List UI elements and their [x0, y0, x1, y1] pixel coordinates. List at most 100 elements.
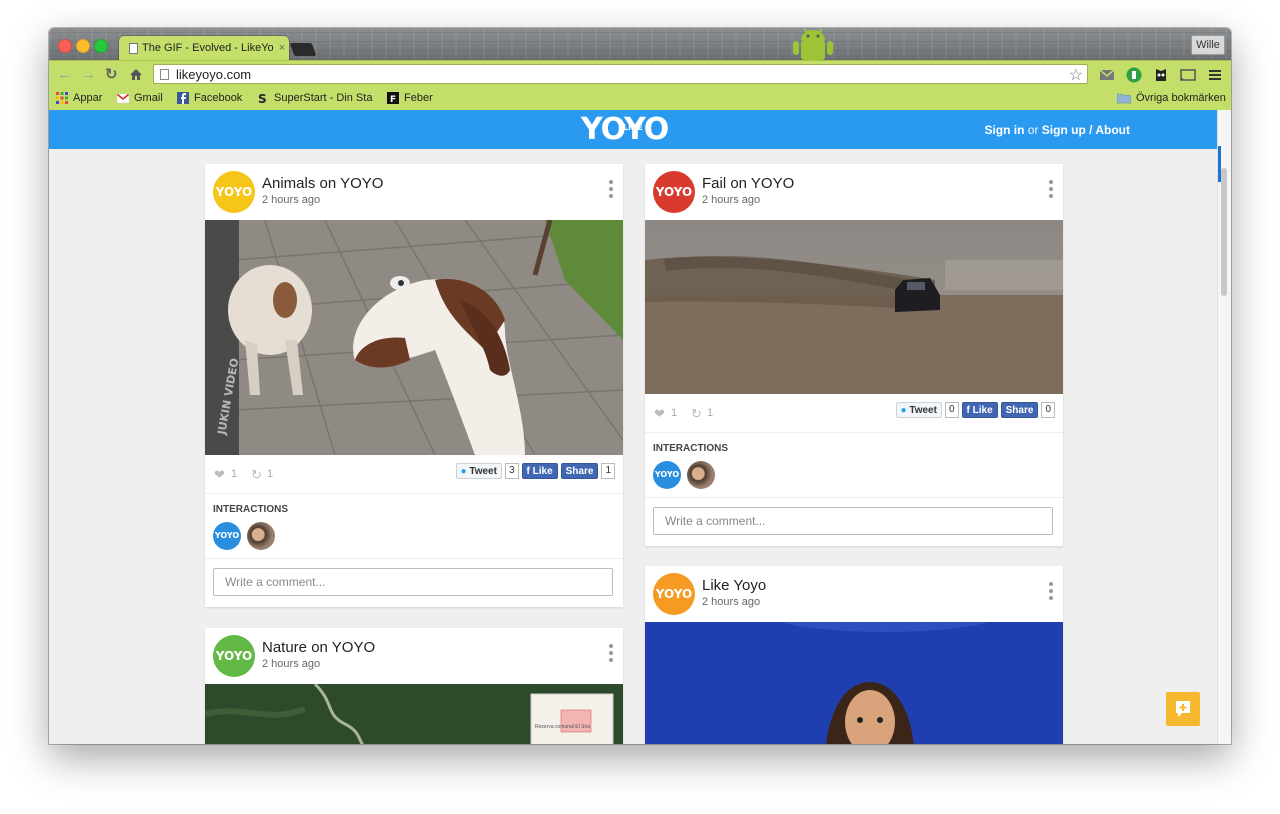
- channel-avatar[interactable]: YOYO: [213, 635, 255, 677]
- comment-section: [205, 559, 623, 607]
- more-options-icon[interactable]: [609, 644, 613, 665]
- bookmark-gmail[interactable]: Gmail: [117, 92, 163, 104]
- tab-title: The GIF - Evolved - LikeYo: [142, 42, 274, 54]
- post-gif-person[interactable]: [645, 622, 1063, 744]
- interaction-avatar-yoyo[interactable]: YOYO: [653, 461, 681, 489]
- site-logo[interactable]: YOYO LIKE: [581, 114, 669, 146]
- bookmark-appar[interactable]: Appar: [56, 92, 102, 104]
- more-options-icon[interactable]: [1049, 180, 1053, 201]
- browser-tab[interactable]: The GIF - Evolved - LikeYo ×: [119, 36, 289, 60]
- cast-icon[interactable]: [1180, 67, 1196, 83]
- card-header: YOYO Like Yoyo 2 hours ago: [645, 566, 1063, 622]
- bookmark-other-folder[interactable]: Övriga bokmärken: [1117, 92, 1226, 104]
- person-image: [645, 622, 1063, 744]
- card-title[interactable]: Nature on YOYO: [262, 639, 375, 656]
- repost-icon[interactable]: ↻: [251, 467, 262, 483]
- svg-text:S: S: [258, 92, 267, 104]
- zoom-window-button[interactable]: [94, 39, 108, 53]
- card-title[interactable]: Fail on YOYO: [702, 175, 794, 192]
- card-header: YOYO Nature on YOYO 2 hours ago: [205, 628, 623, 684]
- card-timestamp: 2 hours ago: [702, 596, 761, 608]
- more-options-icon[interactable]: [1049, 582, 1053, 603]
- close-window-button[interactable]: [58, 39, 72, 53]
- comment-input[interactable]: [213, 568, 613, 596]
- apps-grid-icon: [56, 92, 68, 104]
- forward-arrow-icon[interactable]: →: [81, 67, 96, 83]
- page-scrollbar[interactable]: [1217, 110, 1231, 744]
- channel-avatar[interactable]: YOYO: [653, 573, 695, 615]
- tweet-count: 0: [944, 402, 959, 418]
- bookmark-label: Feber: [404, 92, 433, 104]
- tweet-button[interactable]: ● Tweet: [895, 402, 942, 418]
- post-gif-goat[interactable]: JUKIN VIDEO: [205, 220, 623, 455]
- user-profile-button[interactable]: Wille: [1191, 35, 1225, 55]
- heart-icon[interactable]: ❤: [654, 406, 665, 422]
- back-arrow-icon[interactable]: ←: [57, 67, 72, 83]
- facebook-like-button[interactable]: f Like: [961, 402, 998, 418]
- twitter-bird-icon: ●: [900, 405, 907, 416]
- gmail-icon: [117, 93, 129, 104]
- menu-icon[interactable]: [1207, 67, 1223, 83]
- racing-car-image: [645, 220, 1063, 394]
- address-bar[interactable]: likeyoyo.com ☆: [153, 64, 1088, 84]
- repost-icon[interactable]: ↻: [691, 406, 702, 422]
- card-header: YOYO Animals on YOYO 2 hours ago: [205, 164, 623, 220]
- interaction-avatar-user[interactable]: [247, 522, 275, 550]
- browser-window: The GIF - Evolved - LikeYo × Wille ← → ↻…: [49, 28, 1231, 744]
- about-link[interactable]: About: [1095, 123, 1130, 137]
- card-actions: ❤ 1 ↻ 1 ● Tweet 0 f Like Share 0: [645, 394, 1063, 433]
- tweet-button[interactable]: ● Tweet: [455, 463, 502, 479]
- logo-like-text: LIKE: [623, 123, 643, 132]
- new-tab-button[interactable]: [289, 43, 317, 56]
- social-buttons: ● Tweet 0 f Like Share 0: [895, 402, 1055, 418]
- home-icon[interactable]: [129, 68, 143, 81]
- share-count: 0: [1041, 402, 1055, 418]
- owl-extension-icon[interactable]: [1153, 67, 1169, 83]
- channel-avatar[interactable]: YOYO: [653, 171, 695, 213]
- create-post-button[interactable]: [1166, 692, 1200, 726]
- bookmarks-bar: Appar Gmail Facebook S SuperStart - Din …: [49, 88, 1231, 111]
- like-label: Like: [972, 405, 993, 416]
- card-timestamp: 2 hours ago: [262, 658, 321, 670]
- folder-icon: [1117, 93, 1131, 104]
- reload-icon[interactable]: ↻: [105, 67, 118, 83]
- minimize-window-button[interactable]: [76, 39, 90, 53]
- card-title[interactable]: Like Yoyo: [702, 577, 766, 594]
- facebook-icon: f: [526, 466, 530, 477]
- bookmark-facebook[interactable]: Facebook: [177, 92, 242, 104]
- facebook-like-button[interactable]: f Like: [521, 463, 558, 479]
- channel-avatar[interactable]: YOYO: [213, 171, 255, 213]
- repost-count: 1: [707, 407, 714, 419]
- card-header: YOYO Fail on YOYO 2 hours ago: [645, 164, 1063, 220]
- header-links: Sign in or Sign up / About: [984, 123, 1130, 137]
- facebook-share-button[interactable]: Share: [560, 463, 599, 479]
- post-gif-map[interactable]: Reserva comunal El Sira: [205, 684, 623, 744]
- scrollbar-thumb[interactable]: [1221, 168, 1227, 296]
- like-count: 1: [671, 407, 678, 419]
- bookmark-star-icon[interactable]: ☆: [1069, 65, 1083, 85]
- extension-circle-icon[interactable]: [1126, 67, 1142, 83]
- interactions-label: INTERACTIONS: [213, 504, 288, 515]
- sign-up-link[interactable]: Sign up: [1042, 123, 1086, 137]
- android-theme-icon: [793, 28, 833, 60]
- interaction-avatar-yoyo[interactable]: YOYO: [213, 522, 241, 550]
- comment-section: [645, 498, 1063, 546]
- more-options-icon[interactable]: [609, 180, 613, 201]
- svg-text:F: F: [390, 95, 396, 104]
- mail-extension-icon[interactable]: [1099, 67, 1115, 83]
- bookmark-feber[interactable]: F Feber: [387, 92, 433, 104]
- page-icon: [160, 69, 169, 80]
- map-label: Reserva comunal El Sira: [535, 724, 590, 730]
- tab-close-icon[interactable]: ×: [275, 42, 289, 54]
- bookmark-superstart[interactable]: S SuperStart - Din Sta: [257, 92, 372, 104]
- sign-in-link[interactable]: Sign in: [984, 123, 1024, 137]
- facebook-share-button[interactable]: Share: [1000, 402, 1039, 418]
- comment-input[interactable]: [653, 507, 1053, 535]
- post-card-animals: YOYO Animals on YOYO 2 hours ago JUKIN V…: [205, 164, 623, 607]
- interactions-label: INTERACTIONS: [653, 443, 728, 454]
- post-gif-car[interactable]: [645, 220, 1063, 394]
- heart-icon[interactable]: ❤: [214, 467, 225, 483]
- interaction-avatar-user[interactable]: [687, 461, 715, 489]
- card-title[interactable]: Animals on YOYO: [262, 175, 383, 192]
- social-buttons: ● Tweet 3 f Like Share 1: [455, 463, 615, 479]
